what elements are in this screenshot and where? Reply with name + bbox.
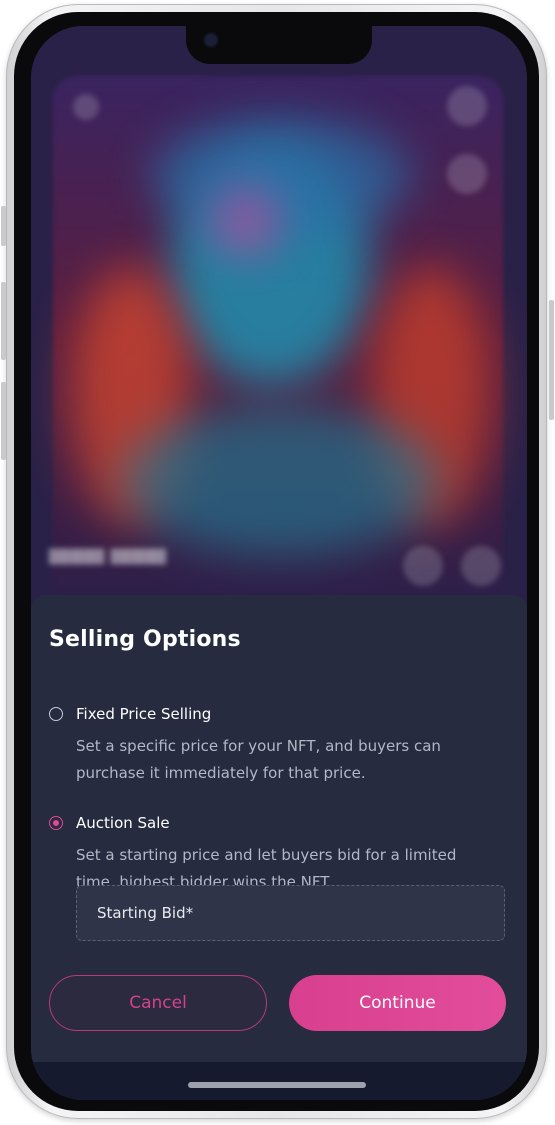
screen: ▆▆▆▆ ▆▆▆▆ Selling Options Fixed Price Se… [31, 26, 527, 1100]
option-fixed-price-description: Set a specific price for your NFT, and b… [76, 737, 441, 782]
home-indicator[interactable] [188, 1082, 366, 1088]
volume-up-button [1, 282, 6, 360]
volume-down-button [1, 382, 6, 460]
radio-auction-sale[interactable] [49, 816, 63, 830]
continue-button[interactable]: Continue [289, 975, 506, 1031]
share-icon [461, 546, 501, 586]
selling-options-sheet: Selling Options Fixed Price Selling Set … [31, 595, 527, 1062]
option-fixed-price[interactable]: Fixed Price Selling Set a specific price… [49, 705, 489, 785]
option-fixed-price-label: Fixed Price Selling [76, 705, 212, 723]
starting-bid-input[interactable]: Starting Bid* [76, 885, 505, 941]
art-blob-glow [211, 186, 281, 256]
cancel-button[interactable]: Cancel [49, 975, 267, 1031]
power-button [549, 300, 554, 420]
sheet-title: Selling Options [49, 627, 241, 652]
art-blob-shoulders [121, 406, 441, 556]
camera-icon [205, 34, 217, 46]
radio-fixed-price[interactable] [49, 707, 63, 721]
back-icon [73, 94, 99, 120]
like-icon [403, 546, 443, 586]
option-auction-sale[interactable]: Auction Sale Set a starting price and le… [49, 814, 489, 894]
home-indicator-area [31, 1062, 527, 1100]
option-auction-sale-label: Auction Sale [76, 814, 170, 832]
art-blob-head [151, 116, 411, 236]
blurred-caption: ▆▆▆▆ ▆▆▆▆ [49, 544, 167, 565]
expand-icon [447, 154, 487, 194]
side-button [1, 206, 6, 246]
more-icon [447, 86, 487, 126]
starting-bid-placeholder: Starting Bid* [97, 904, 194, 922]
nft-artwork-background: ▆▆▆▆ ▆▆▆▆ [31, 26, 527, 626]
